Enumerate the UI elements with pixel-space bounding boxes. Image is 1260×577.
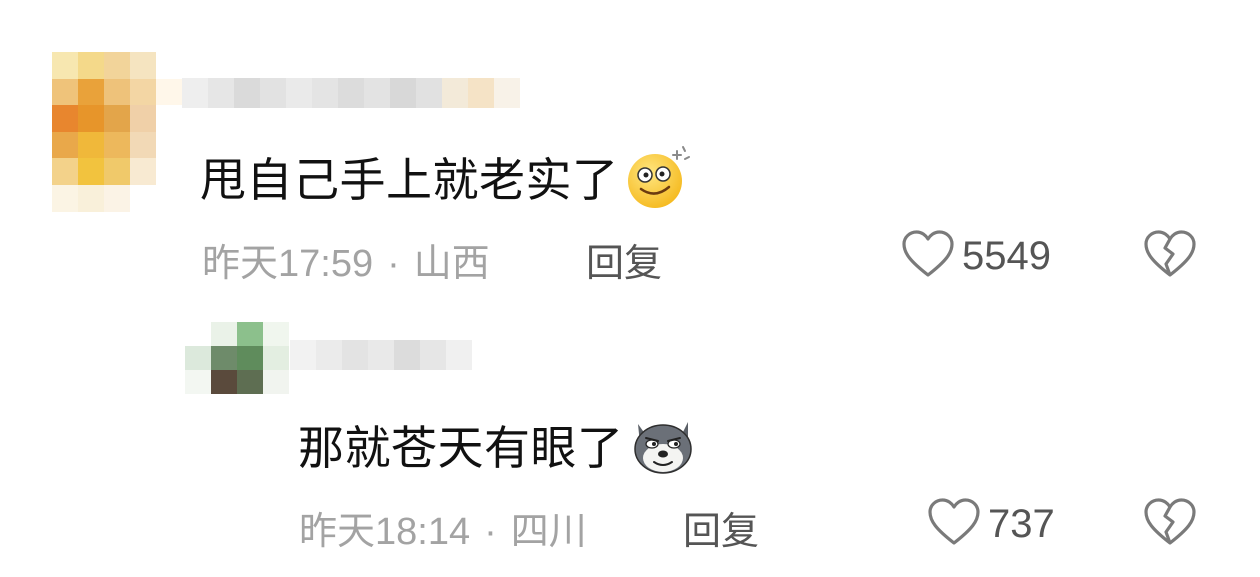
avatar-pixel	[104, 131, 130, 159]
avatar-pixel	[78, 78, 104, 106]
avatar[interactable]	[185, 322, 289, 394]
avatar-pixel	[185, 322, 211, 346]
reply-button[interactable]: 回复	[586, 232, 662, 287]
avatar-pixel	[263, 370, 289, 394]
avatar-pixel	[156, 131, 182, 159]
comment-body: 甩自己手上就老实了	[200, 153, 619, 207]
avatar-pixel	[156, 158, 182, 185]
username-pixel	[368, 340, 394, 370]
like-button[interactable]: 5549	[900, 228, 1051, 284]
avatar-pixel	[263, 322, 289, 346]
heart-icon	[900, 228, 956, 284]
dog-face-emoji-icon	[630, 416, 696, 487]
avatar-pixel	[104, 78, 130, 106]
username-pixel	[446, 340, 472, 370]
avatar-pixel	[263, 346, 289, 370]
avatar-pixel	[130, 105, 156, 132]
username-pixel	[290, 340, 316, 370]
avatar-pixel	[104, 158, 130, 185]
like-count: 5549	[962, 233, 1051, 278]
location: 四川	[510, 511, 587, 553]
avatar-pixel	[237, 322, 263, 346]
like-count: 737	[988, 501, 1055, 546]
separator-dot: ·	[484, 511, 497, 553]
avatar-pixel	[130, 158, 156, 185]
avatar-pixel	[156, 184, 182, 212]
username-pixel	[342, 340, 368, 370]
broken-heart-icon	[1142, 498, 1198, 552]
reply-button[interactable]: 回复	[683, 500, 759, 555]
avatar-pixel	[211, 322, 237, 346]
avatar-pixel	[78, 158, 104, 185]
avatar-pixel	[211, 370, 237, 394]
comment-body: 那就苍天有眼了	[298, 421, 624, 475]
username-pixel	[442, 78, 468, 108]
comment-meta: 昨天18:14 · 四川	[299, 500, 587, 555]
avatar-pixel	[52, 184, 78, 212]
username-pixel	[312, 78, 338, 108]
avatar-pixel	[211, 346, 237, 370]
username-pixel	[234, 78, 260, 108]
avatar-pixel	[78, 131, 104, 159]
broken-heart-icon	[1142, 230, 1198, 284]
location: 山西	[413, 243, 490, 285]
comment-meta: 昨天17:59 · 山西	[202, 232, 490, 287]
avatar-pixel	[104, 105, 130, 132]
username-pixel	[416, 78, 442, 108]
avatar-pixel	[104, 184, 130, 212]
avatar-pixel	[52, 105, 78, 132]
username-pixel	[364, 78, 390, 108]
previous-comment-fragment	[270, 0, 530, 10]
avatar-pixel	[78, 184, 104, 212]
username-pixel	[208, 78, 234, 108]
username-pixel	[494, 78, 520, 108]
avatar[interactable]	[52, 52, 182, 212]
avatar-pixel	[130, 78, 156, 106]
username-pixel	[420, 340, 446, 370]
username-pixel	[260, 78, 286, 108]
avatar-pixel	[156, 52, 182, 79]
username-pixel	[182, 78, 208, 108]
username-pixel	[468, 78, 494, 108]
username-pixel	[338, 78, 364, 108]
username-pixel	[394, 340, 420, 370]
dislike-button[interactable]	[1142, 228, 1198, 284]
avatar-pixel	[185, 346, 211, 370]
avatar-pixel	[156, 78, 182, 106]
username[interactable]	[290, 340, 472, 370]
avatar-pixel	[237, 370, 263, 394]
avatar-pixel	[130, 131, 156, 159]
avatar-pixel	[52, 78, 78, 106]
like-button[interactable]: 737	[926, 496, 1055, 552]
comment-text: 甩自己手上就老实了	[200, 144, 691, 222]
username[interactable]	[182, 78, 520, 108]
timestamp: 昨天17:59	[202, 243, 374, 285]
avatar-pixel	[52, 131, 78, 159]
username-pixel	[390, 78, 416, 108]
avatar-pixel	[104, 52, 130, 79]
dislike-button[interactable]	[1142, 496, 1198, 552]
separator-dot: ·	[387, 243, 400, 285]
avatar-pixel	[130, 52, 156, 79]
avatar-pixel	[130, 184, 156, 212]
avatar-pixel	[78, 52, 104, 79]
avatar-pixel	[52, 158, 78, 185]
username-pixel	[286, 78, 312, 108]
avatar-pixel	[78, 105, 104, 132]
avatar-pixel	[185, 370, 211, 394]
avatar-pixel	[237, 346, 263, 370]
heart-icon	[926, 496, 982, 552]
username-pixel	[316, 340, 342, 370]
avatar-pixel	[156, 105, 182, 132]
avatar-pixel	[52, 52, 78, 79]
dizzy-smile-emoji-icon	[625, 145, 691, 222]
timestamp: 昨天18:14	[299, 511, 471, 553]
comment-text: 那就苍天有眼了	[298, 412, 696, 487]
